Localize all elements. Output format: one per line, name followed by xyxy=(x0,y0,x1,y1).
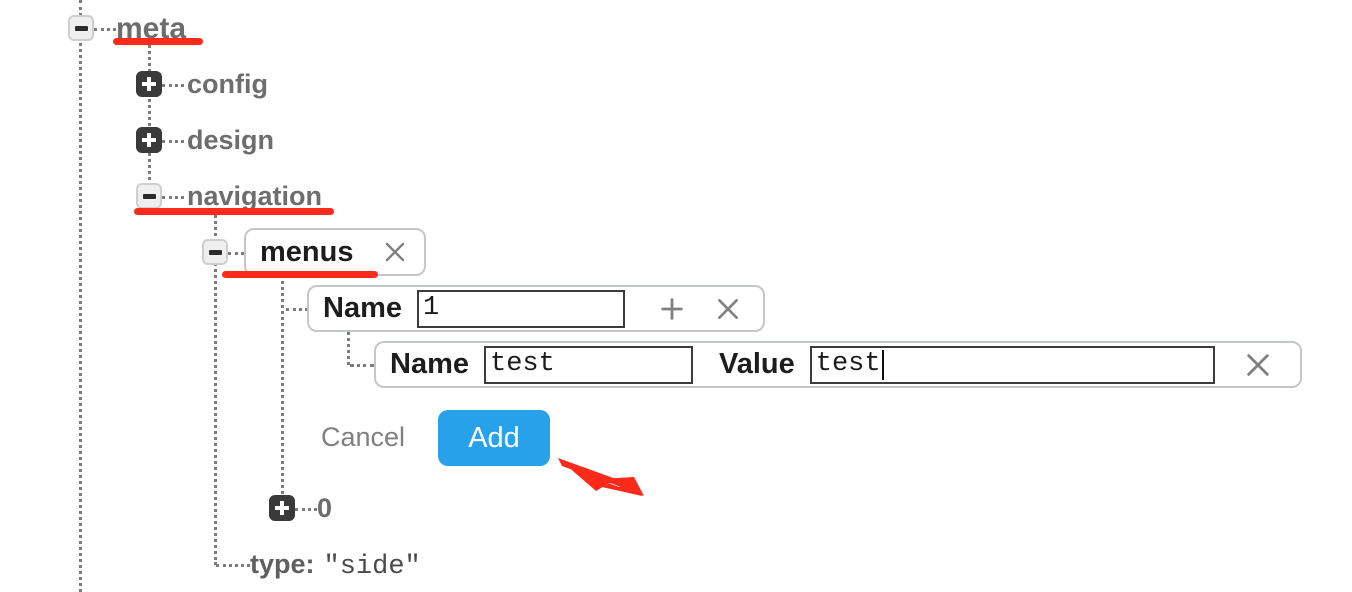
annotation-underline-menus xyxy=(222,271,378,278)
tree-node-zero[interactable]: 0 xyxy=(317,495,332,522)
tree-toggle-config[interactable] xyxy=(136,71,162,97)
arrow-icon xyxy=(558,458,644,496)
menu-item-name-input[interactable]: 1 xyxy=(417,289,625,328)
tree-leaf-type-value: "side" xyxy=(323,552,421,582)
menu-item-name-row: Name 1 xyxy=(307,285,765,332)
tree-connector-navigation xyxy=(162,196,184,199)
pair-name-input[interactable]: test xyxy=(484,345,693,384)
tree-connector-zero xyxy=(295,508,317,511)
tree-connector-pair-row xyxy=(350,364,374,367)
pair-value-input[interactable]: test xyxy=(809,345,1215,384)
json-tree-editor: meta config design navigation 0 type: "si… xyxy=(0,0,1352,592)
tree-toggle-zero[interactable] xyxy=(269,495,295,521)
tree-connector-name-row xyxy=(286,308,308,311)
name-value-pair-row: Name test Value test xyxy=(374,341,1302,388)
add-button[interactable]: Add xyxy=(438,410,550,466)
annotation-arrow xyxy=(556,446,652,496)
menu-item-remove-button[interactable] xyxy=(711,292,745,326)
pair-remove-button[interactable] xyxy=(1241,348,1275,382)
annotation-underline-meta xyxy=(113,38,203,45)
plus-icon xyxy=(661,297,683,320)
tree-line-root-spine xyxy=(79,0,82,592)
tree-toggle-menus[interactable] xyxy=(202,239,228,265)
plus-square-icon xyxy=(142,133,156,147)
tree-toggle-meta[interactable] xyxy=(68,15,94,41)
menus-card: menus xyxy=(244,228,426,276)
minus-square-icon xyxy=(142,193,156,199)
annotation-underline-navigation xyxy=(134,208,334,215)
tree-toggle-navigation[interactable] xyxy=(136,183,162,209)
tree-leaf-type-key: type: xyxy=(250,549,315,579)
tree-line-menus-children xyxy=(281,268,284,508)
tree-leaf-type[interactable]: type: "side" xyxy=(250,551,421,581)
pair-name-label: Name xyxy=(390,348,469,380)
menu-item-add-button[interactable] xyxy=(655,292,689,326)
close-icon xyxy=(385,242,405,262)
close-icon xyxy=(1247,353,1269,376)
tree-connector-config xyxy=(162,84,184,87)
tree-node-design[interactable]: design xyxy=(187,127,274,154)
menus-card-title: menus xyxy=(260,235,354,268)
close-icon xyxy=(718,298,738,319)
pair-value-label: Value xyxy=(719,348,795,380)
tree-node-navigation[interactable]: navigation xyxy=(187,183,322,210)
tree-node-config[interactable]: config xyxy=(187,71,268,98)
tree-connector-design xyxy=(162,140,184,143)
tree-line-meta-children xyxy=(148,40,151,198)
tree-connector-type xyxy=(216,564,250,567)
menus-remove-button[interactable] xyxy=(380,237,410,267)
tree-connector-meta xyxy=(94,28,116,31)
menu-item-name-label: Name xyxy=(323,292,402,324)
cancel-button[interactable]: Cancel xyxy=(321,424,405,451)
minus-square-icon xyxy=(74,25,88,31)
tree-toggle-design[interactable] xyxy=(136,127,162,153)
minus-square-icon xyxy=(208,249,222,255)
plus-square-icon xyxy=(142,77,156,91)
plus-square-icon xyxy=(275,501,289,515)
